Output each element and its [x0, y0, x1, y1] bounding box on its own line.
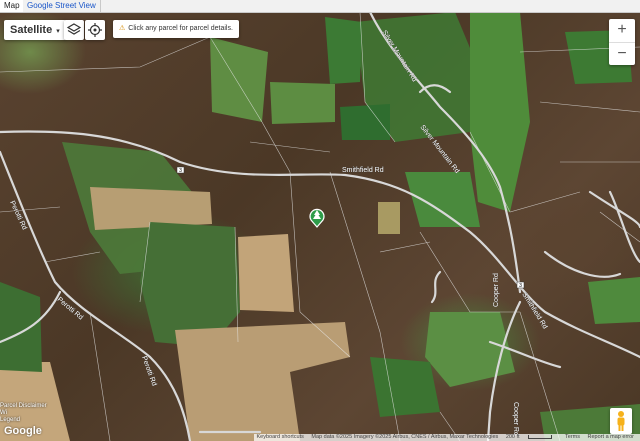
scale-control[interactable]: 200 ft: [506, 434, 558, 440]
pegman-button[interactable]: [610, 408, 632, 434]
road-label-smithfield: Smithfield Rd: [342, 167, 384, 174]
chevron-down-icon: ▾: [56, 28, 60, 35]
field: [378, 202, 400, 234]
svg-text:3: 3: [179, 168, 182, 174]
scale-label: 200 ft: [505, 434, 520, 440]
parcel-disclaimer-title: Parcel Disclaimer: [0, 403, 47, 409]
field: [405, 172, 480, 227]
layers-button[interactable]: [64, 20, 84, 40]
field: [370, 357, 440, 417]
zoom-out-button[interactable]: −: [609, 43, 635, 66]
keyboard-shortcuts-link[interactable]: Keyboard shortcuts: [257, 434, 304, 440]
field: [210, 37, 268, 122]
field: [270, 82, 335, 124]
park-marker-icon[interactable]: [309, 206, 325, 228]
field: [340, 104, 390, 140]
field: [0, 282, 42, 372]
terms-link[interactable]: Terms: [565, 434, 580, 440]
tab-bar: Map Google Street View: [0, 0, 640, 13]
tab-map[interactable]: Map: [0, 0, 25, 12]
map-type-label: Satellite: [10, 24, 53, 36]
tab-street-view[interactable]: Google Street View: [23, 0, 101, 12]
zoom-in-button[interactable]: +: [609, 19, 635, 43]
parcel-notice: ⚠ Click any parcel for parcel details.: [113, 20, 239, 38]
pegman-icon: [617, 411, 625, 431]
scale-bar: [527, 434, 552, 439]
attribution-bar: Keyboard shortcuts Map data ©2025 Imager…: [253, 434, 640, 441]
route-shield: 3: [176, 166, 185, 174]
map-data-text: Map data ©2025 Imagery ©2025 Airbus, CNE…: [311, 434, 499, 440]
layers-icon: [66, 23, 82, 35]
report-error-link[interactable]: Report a map error: [588, 434, 634, 440]
zoom-control: + −: [609, 19, 635, 65]
parcel-disclaimer-line: Wi: [0, 410, 7, 416]
parcel-notice-text: Click any parcel for parcel details.: [128, 25, 233, 32]
locate-icon: [88, 23, 102, 37]
locate-button[interactable]: [85, 20, 105, 40]
field: [470, 12, 530, 212]
parcel-disclaimer[interactable]: Parcel Disclaimer Wi Legend: [0, 403, 47, 424]
road-label-cooper: Cooper Rd: [493, 273, 500, 307]
field: [238, 234, 294, 312]
road-label-perotti: Perotti Rd: [56, 296, 84, 321]
road-label-perotti: Perotti Rd: [140, 355, 157, 387]
field: [175, 322, 350, 441]
parcel-legend: Legend: [0, 417, 21, 423]
svg-text:3: 3: [519, 283, 522, 289]
map-type-select[interactable]: Satellite ▾: [4, 20, 66, 40]
google-logo: Google: [4, 425, 42, 437]
road-label-cooper: Cooper Rd: [512, 402, 519, 436]
warning-icon: ⚠: [119, 25, 126, 32]
field: [325, 17, 362, 84]
field: [588, 277, 640, 324]
route-shield: 3: [516, 281, 525, 289]
